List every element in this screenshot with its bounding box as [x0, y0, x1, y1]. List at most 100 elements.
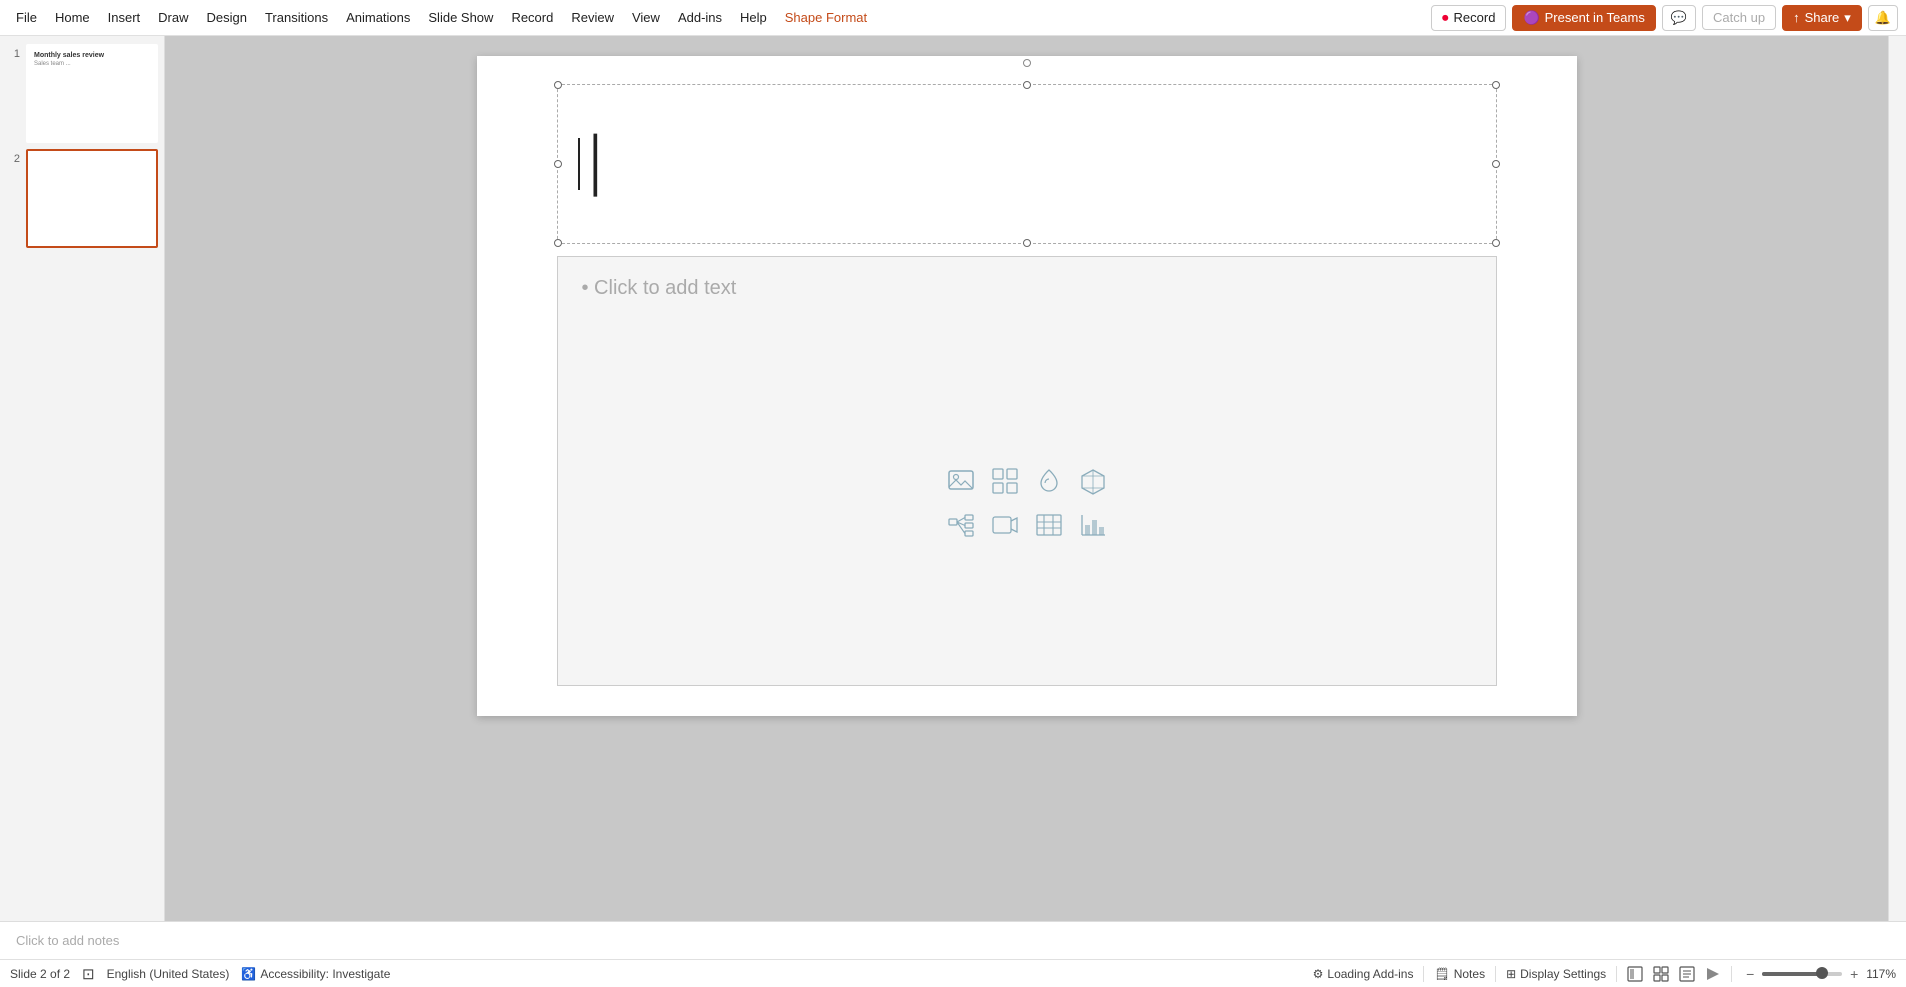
slide-item-1[interactable]: 1 Monthly sales review Sales team ...	[6, 44, 158, 143]
status-divider-4	[1731, 966, 1732, 982]
loading-addins-status: ⚙ Loading Add-ins	[1313, 967, 1414, 981]
catchup-label: Catch up	[1713, 10, 1765, 25]
view-slide-sorter-button[interactable]	[1653, 966, 1669, 982]
insert-chart-icon[interactable]	[1074, 506, 1112, 544]
title-textbox[interactable]: │	[557, 84, 1497, 244]
notes-area[interactable]: Click to add notes	[0, 921, 1906, 959]
menu-shapeformat[interactable]: Shape Format	[777, 6, 875, 29]
insert-video-icon[interactable]	[986, 506, 1024, 544]
handle-bottom-left[interactable]	[554, 239, 562, 247]
handle-top-right[interactable]	[1492, 81, 1500, 89]
view-normal-icon[interactable]: ⊡	[82, 965, 95, 983]
menu-view[interactable]: View	[624, 6, 668, 29]
zoom-out-button[interactable]: −	[1742, 966, 1758, 982]
menu-record[interactable]: Record	[503, 6, 561, 29]
present-label: Present in Teams	[1545, 10, 1645, 25]
notes-label: Notes	[1454, 967, 1485, 981]
insert-picture-icon[interactable]	[942, 462, 980, 500]
language-indicator[interactable]: English (United States)	[107, 967, 230, 981]
view-reading-button[interactable]	[1679, 966, 1695, 982]
more-icon: 🔔	[1875, 10, 1891, 26]
bullet-placeholder-text: • Click to add text	[558, 257, 1496, 320]
insert-smartart-icon[interactable]	[942, 506, 980, 544]
record-icon: ⏺	[1442, 10, 1449, 26]
present-teams-button[interactable]: 🟣 Present in Teams	[1512, 5, 1655, 31]
status-divider-3	[1616, 966, 1617, 982]
canvas-area[interactable]: │ • Click to add text	[165, 36, 1888, 921]
content-placeholder[interactable]: • Click to add text	[557, 256, 1497, 686]
slide-thumb-1-title: Monthly sales review	[34, 52, 150, 59]
accessibility-label: Accessibility: Investigate	[260, 967, 390, 981]
display-icon: ⊞	[1506, 967, 1516, 981]
menu-bar: File Home Insert Draw Design Transitions…	[0, 0, 1906, 36]
zoom-control: − + 117%	[1742, 966, 1896, 982]
menu-draw[interactable]: Draw	[150, 6, 196, 29]
status-divider-1	[1423, 966, 1424, 982]
insert-table-icon[interactable]	[1030, 506, 1068, 544]
slide-number-1: 1	[6, 48, 20, 60]
status-bar: Slide 2 of 2 ⊡ English (United States) ♿…	[0, 959, 1906, 987]
loading-icon: ⚙	[1313, 967, 1324, 981]
zoom-in-button[interactable]: +	[1846, 966, 1862, 982]
share-dropdown-icon: ▾	[1844, 10, 1851, 26]
share-button[interactable]: ↑ Share ▾	[1782, 5, 1862, 31]
slides-panel: 1 Monthly sales review Sales team ... 2	[0, 36, 165, 921]
menu-file[interactable]: File	[8, 6, 45, 29]
text-cursor: │	[578, 138, 615, 190]
slide-canvas: │ • Click to add text	[477, 56, 1577, 716]
menu-animations[interactable]: Animations	[338, 6, 418, 29]
slide-thumb-2[interactable]	[26, 149, 158, 248]
menu-slideshow[interactable]: Slide Show	[420, 6, 501, 29]
menu-insert[interactable]: Insert	[100, 6, 149, 29]
comment-button[interactable]: 💬	[1662, 5, 1696, 31]
zoom-slider-thumb[interactable]	[1816, 967, 1828, 979]
record-button[interactable]: ⏺ Record	[1431, 5, 1506, 31]
content-icons-grid	[942, 462, 1112, 544]
zoom-level-label[interactable]: 117%	[1866, 967, 1896, 981]
record-label: Record	[1454, 10, 1496, 25]
menu-transitions[interactable]: Transitions	[257, 6, 336, 29]
menu-design[interactable]: Design	[199, 6, 255, 29]
accessibility-icon: ♿	[241, 967, 256, 981]
right-scrollbar[interactable]	[1888, 36, 1906, 921]
notes-toggle[interactable]: 🗒 Notes	[1434, 967, 1485, 981]
menu-addins[interactable]: Add-ins	[670, 6, 730, 29]
view-slideshow-button[interactable]	[1705, 966, 1721, 982]
menu-help[interactable]: Help	[732, 6, 775, 29]
slide-number-2: 2	[6, 153, 20, 165]
toolbar-right: ⏺ Record 🟣 Present in Teams 💬 Catch up ↑…	[1431, 5, 1898, 31]
display-settings-button[interactable]: ⊞ Display Settings	[1506, 967, 1606, 981]
accessibility-status[interactable]: ♿ Accessibility: Investigate	[241, 967, 390, 981]
display-settings-label: Display Settings	[1520, 967, 1606, 981]
share-label: Share	[1805, 10, 1840, 25]
zoom-slider-fill	[1762, 972, 1822, 976]
handle-top-center[interactable]	[1023, 81, 1031, 89]
share-icon: ↑	[1793, 10, 1800, 25]
view-normal-button[interactable]	[1627, 966, 1643, 982]
catchup-button[interactable]: Catch up	[1702, 5, 1776, 30]
main-area: 1 Monthly sales review Sales team ... 2	[0, 36, 1906, 921]
rotate-handle[interactable]	[1023, 59, 1031, 67]
status-bar-right: ⚙ Loading Add-ins 🗒 Notes ⊞ Display Sett…	[1313, 966, 1896, 982]
insert-3d-models-icon[interactable]	[1074, 462, 1112, 500]
handle-middle-left[interactable]	[554, 160, 562, 168]
notes-placeholder-text: Click to add notes	[16, 933, 119, 948]
menu-review[interactable]: Review	[563, 6, 622, 29]
content-icons-area	[558, 320, 1496, 685]
handle-bottom-center[interactable]	[1023, 239, 1031, 247]
notes-icon: 🗒	[1434, 967, 1449, 981]
insert-icons-icon[interactable]	[1030, 462, 1068, 500]
handle-top-left[interactable]	[554, 81, 562, 89]
menu-home[interactable]: Home	[47, 6, 98, 29]
status-divider-2	[1495, 966, 1496, 982]
handle-bottom-right[interactable]	[1492, 239, 1500, 247]
slide-thumb-1-sub: Sales team ...	[34, 61, 150, 67]
slide-item-2[interactable]: 2	[6, 149, 158, 248]
insert-stock-images-icon[interactable]	[986, 462, 1024, 500]
handle-middle-right[interactable]	[1492, 160, 1500, 168]
comment-icon: 💬	[1671, 10, 1687, 26]
zoom-slider[interactable]	[1762, 972, 1842, 976]
more-options-button[interactable]: 🔔	[1868, 5, 1898, 31]
teams-icon: 🟣	[1523, 10, 1539, 26]
slide-thumb-1[interactable]: Monthly sales review Sales team ...	[26, 44, 158, 143]
